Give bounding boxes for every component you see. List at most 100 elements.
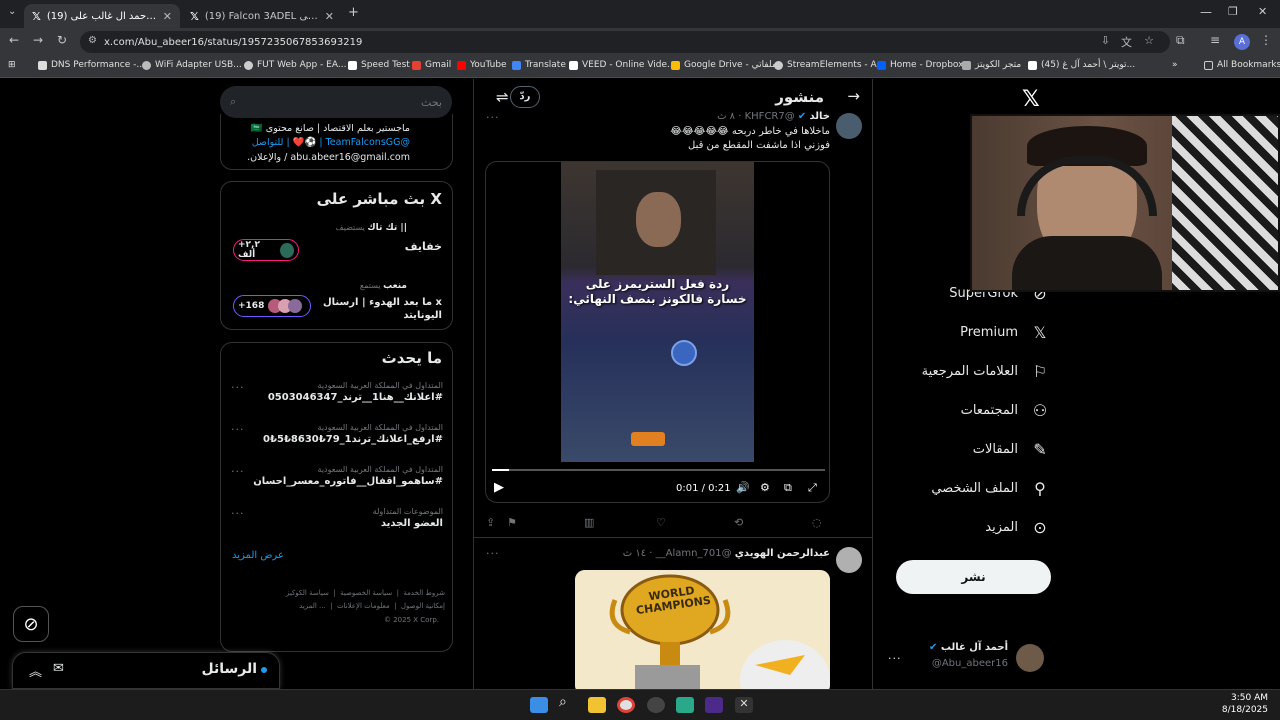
bookmark-item[interactable]: (45) تويتر \ أحمد آل غ... (1028, 60, 1135, 70)
live-listeners-pill[interactable]: +168 (233, 295, 311, 317)
reply-icon[interactable]: ◌ (812, 516, 822, 529)
author-handle[interactable]: @Alamn_701__ (656, 548, 732, 559)
like-icon[interactable]: ♡ (656, 516, 666, 529)
grok-icon[interactable]: ⊘ (13, 606, 49, 642)
media-icon[interactable]: ≡ (1210, 33, 1220, 47)
share-icon[interactable]: ⇪ (486, 516, 495, 529)
browser-tab-active[interactable]: 𝕏 (19) أحمد آل غالب على X: "مشاركة... ✕ (24, 4, 180, 28)
retweet-icon[interactable]: ⟲ (734, 516, 743, 529)
install-icon[interactable]: ⇩ (1101, 34, 1110, 47)
bookmark-item[interactable]: Gmail (412, 60, 451, 70)
nav-premium[interactable]: 𝕏 Premium (960, 323, 1050, 342)
views-icon[interactable]: ▥ (584, 516, 594, 529)
avatar[interactable] (836, 113, 862, 139)
window-close-icon[interactable]: ✕ (1258, 5, 1267, 18)
bookmark-item[interactable]: StreamElements - A... (774, 60, 885, 70)
app-icon[interactable] (647, 697, 665, 713)
settings-icon[interactable]: ⇌ (496, 88, 509, 106)
bookmark-item[interactable]: FUT Web App - EA... (244, 60, 346, 70)
new-message-icon[interactable]: ✉ (53, 661, 64, 676)
trend-item[interactable]: المتداول في المملكة العربية السعودية #ار… (231, 423, 443, 445)
expand-icon[interactable]: ︽ (29, 661, 42, 680)
start-icon[interactable] (530, 697, 548, 713)
trend-item[interactable]: الموضوعات المتداولة العضو الجديد (231, 507, 443, 529)
maximize-icon[interactable]: ❐ (1228, 5, 1238, 18)
trend-item[interactable]: المتداول في المملكة العربية السعودية #سا… (231, 465, 443, 487)
play-icon[interactable]: ▶ (494, 480, 504, 495)
footer-link[interactable]: معلومات الإعلانات (337, 602, 390, 610)
back-icon[interactable]: ← (9, 33, 19, 47)
nav-profile[interactable]: ⚲ الملف الشخصي (931, 479, 1050, 498)
browser-tab[interactable]: 𝕏 (19) Falcon 3ADEL على X: "مكة... ✕ (182, 4, 342, 28)
live-listeners-pill[interactable]: +٢,٢ ألف (233, 239, 299, 261)
more-icon[interactable]: ··· (888, 652, 902, 665)
close-icon[interactable]: ✕ (163, 10, 172, 23)
translate-icon[interactable]: 文 (1121, 34, 1132, 50)
bookmark-item[interactable]: Home - Dropbox (877, 60, 963, 70)
avatar[interactable] (836, 547, 862, 573)
all-bookmarks[interactable]: All Bookmarks (1204, 60, 1280, 70)
star-icon[interactable]: ☆ (1144, 34, 1154, 47)
file-explorer-icon[interactable] (588, 697, 606, 713)
chrome-icon[interactable] (617, 697, 635, 713)
address-bar[interactable]: ⚙ x.com/Abu_abeer16/status/1957235067853… (80, 31, 1170, 53)
author-handle[interactable]: @KHFCR7 (745, 111, 795, 122)
bookmark-icon[interactable]: ⚑ (507, 516, 517, 529)
more-icon[interactable]: ··· (231, 465, 245, 478)
live-item-title[interactable]: خفايف (405, 240, 442, 253)
bio-link[interactable]: @TeamFalconsGG | ⚽️❤️ | للتواصل (221, 136, 410, 150)
more-bookmarks-icon[interactable]: » (1172, 60, 1178, 70)
app-icon[interactable] (705, 697, 723, 713)
more-icon[interactable]: ··· (231, 423, 245, 436)
bookmark-item[interactable]: Translate (512, 60, 566, 70)
bookmark-item[interactable]: WiFi Adapter USB... (142, 60, 242, 70)
footer-link[interactable]: سياسة الخصوصية (340, 589, 392, 597)
footer-link[interactable]: ... المزيد (299, 602, 326, 610)
nav-communities[interactable]: ⚇ المجتمعات (961, 401, 1050, 420)
more-icon[interactable]: ··· (231, 507, 245, 520)
profile-avatar[interactable]: A (1234, 34, 1250, 50)
bookmark-item[interactable]: YouTube (457, 60, 507, 70)
footer-link[interactable]: شروط الخدمة (403, 589, 445, 597)
more-icon[interactable]: ··· (486, 111, 500, 124)
bookmark-item[interactable]: Google Drive - ملفاتي (671, 60, 777, 70)
new-tab-icon[interactable]: + (348, 5, 359, 20)
tab-search-icon[interactable]: ⌄ (8, 6, 16, 17)
more-icon[interactable]: ··· (231, 381, 245, 394)
bookmark-item[interactable]: DNS Performance -... (38, 60, 145, 70)
messages-drawer[interactable]: ︽ ✉ الرسائل (12, 652, 280, 689)
trend-item[interactable]: المتداول في المملكة العربية السعودية #اع… (231, 381, 443, 403)
reply-button[interactable]: ردّ (510, 86, 540, 108)
nav-more[interactable]: ⊙ المزيد (985, 518, 1050, 537)
account-switcher[interactable]: ··· أحمد آل غالب ✔ @Abu_abeer16 (880, 639, 1060, 681)
author-name[interactable]: عبدالرحمن الهويدي (735, 548, 830, 559)
search-icon[interactable]: ⌕ (559, 694, 577, 710)
show-more-link[interactable]: عرض المزيد (232, 550, 284, 561)
extensions-icon[interactable]: ⧉ (1176, 33, 1185, 48)
timestamp[interactable]: ١٤ ث (623, 548, 646, 559)
author-name[interactable]: خالد (810, 111, 831, 122)
close-icon[interactable]: ✕ (325, 10, 334, 23)
popout-icon[interactable]: ⧉ (784, 481, 792, 495)
post-button[interactable]: نشر (896, 560, 1051, 594)
bookmark-item[interactable]: VEED - Online Vide... (569, 60, 676, 70)
minimize-icon[interactable]: — (1200, 5, 1212, 19)
timestamp[interactable]: ٨ ث (717, 111, 735, 122)
progress-track[interactable] (492, 469, 825, 471)
footer-link[interactable]: سياسة الكوكيز (286, 589, 329, 597)
forward-icon[interactable]: → (33, 33, 43, 47)
fullscreen-icon[interactable]: ⤢ (808, 481, 817, 495)
back-arrow-icon[interactable]: → (847, 87, 860, 105)
live-item-title[interactable]: x ما بعد الهدوء | ارسنال اليونايتد (314, 296, 442, 322)
settings-gear-icon[interactable]: ⚙ (760, 481, 770, 494)
nav-articles[interactable]: ✎ المقالات (973, 440, 1050, 459)
video-player[interactable]: ردة فعل الستريمرز على خسارة فالكونز بنصف… (485, 161, 830, 503)
footer-link[interactable]: إمكانية الوصول (401, 602, 445, 610)
nav-bookmarks[interactable]: ⚐ العلامات المرجعية (922, 362, 1050, 381)
x-logo-icon[interactable]: 𝕏 (1022, 87, 1040, 112)
apps-icon[interactable]: ⊞ (8, 60, 16, 70)
menu-icon[interactable]: ⋮ (1260, 33, 1272, 47)
reload-icon[interactable]: ↻ (57, 33, 67, 47)
volume-icon[interactable]: 🔊 (736, 481, 750, 494)
app-icon[interactable] (676, 697, 694, 713)
